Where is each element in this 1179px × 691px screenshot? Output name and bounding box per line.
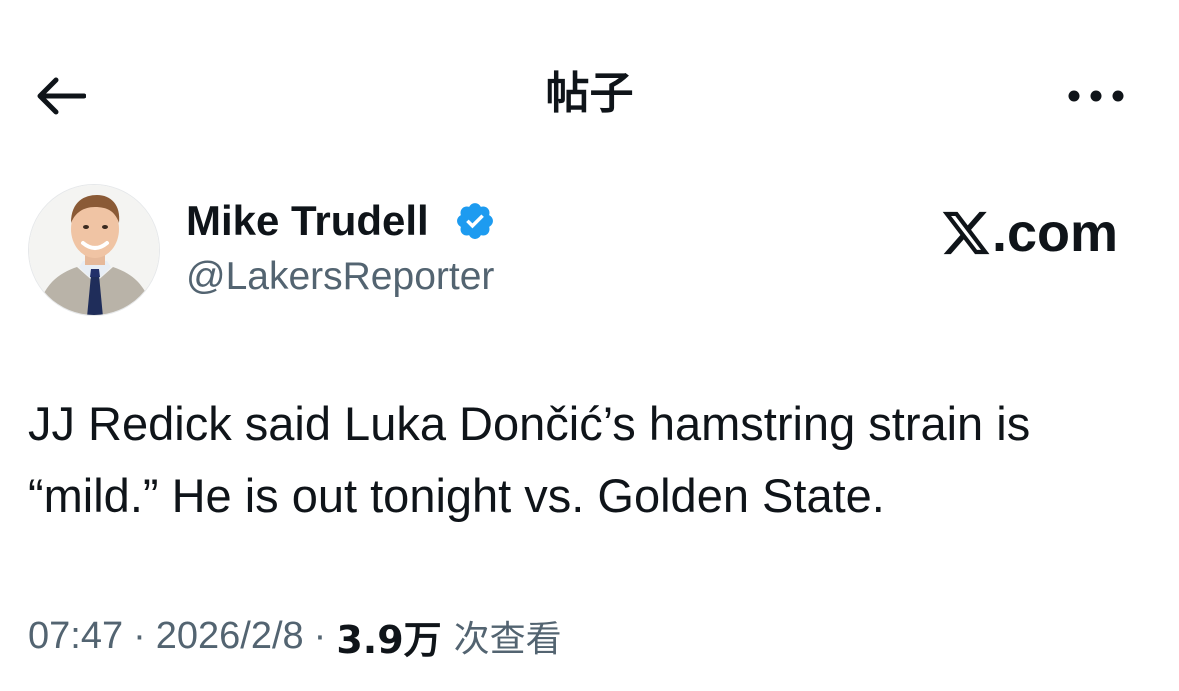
tweet-meta: 07:47 · 2026/2/8 · 3.9万 次查看 [28,608,562,664]
avatar-photo [29,185,159,315]
verified-badge-icon [457,203,493,239]
tweet-date[interactable]: 2026/2/8 [156,615,304,658]
tweet-text: JJ Redick said Luka Dončić’s hamstring s… [28,397,1031,522]
author-name[interactable]: Mike Trudell [186,194,429,248]
avatar[interactable] [28,184,160,316]
more-horizontal-icon [1068,90,1124,102]
x-logo-icon [942,211,990,255]
views-count[interactable]: 3.9万 [336,609,441,664]
more-options-button[interactable] [1062,72,1130,120]
top-bar: 帖子 [0,0,1179,190]
views-label: 次查看 [453,619,562,660]
author-handle[interactable]: @LakersReporter [186,250,494,304]
meta-separator-2: · [313,614,327,657]
meta-separator: · [133,614,146,657]
tweet-time[interactable]: 07:47 [28,615,123,658]
source-domain: .com [992,203,1119,263]
page-title: 帖子 [545,68,634,119]
source-watermark: .com [940,198,1118,268]
